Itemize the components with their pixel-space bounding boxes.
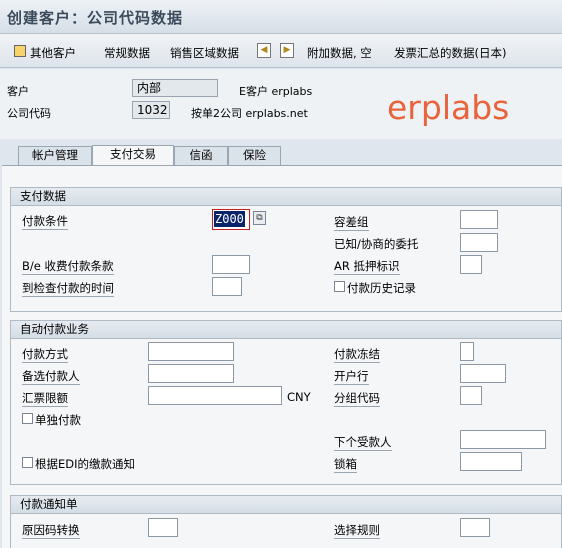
selection-rule-input[interactable]	[460, 518, 490, 537]
be-charges-terms-label: B/e 收费付款条款	[22, 259, 114, 275]
ar-pledging-label: AR 抵押标识	[334, 259, 400, 275]
tab-account-management[interactable]: 帐户管理	[18, 146, 92, 165]
erplabs-watermark: erplabs	[387, 88, 510, 127]
invoice-summary-button[interactable]: 发票汇总的数据(日本)	[394, 45, 506, 61]
previous-screen-icon[interactable]: ◀	[257, 43, 271, 58]
general-data-button[interactable]: 常规数据	[104, 45, 150, 61]
lockbox-label: 锁箱	[334, 457, 357, 473]
known-negotiated-leave-label: 已知/协商的委托	[334, 237, 419, 251]
payment-methods-label: 付款方式	[22, 347, 68, 363]
company-code-field: 1032	[132, 101, 170, 119]
payment-methods-input[interactable]	[148, 342, 234, 361]
reason-code-conversion-label: 原因码转换	[22, 523, 80, 539]
next-payee-input[interactable]	[460, 430, 546, 449]
customer-field: 内部	[132, 79, 218, 97]
tab-payment-transactions[interactable]: 支付交易	[92, 145, 174, 165]
payment-block-input[interactable]	[460, 342, 474, 361]
application-toolbar: 其他客户 常规数据 销售区域数据 ◀ ▶ 附加数据, 空 发票汇总的数据(日本)	[0, 34, 562, 68]
ar-pledging-input[interactable]	[460, 255, 482, 274]
tab-insurance[interactable]: 保险	[228, 146, 281, 165]
payment-block-label: 付款冻结	[334, 347, 380, 363]
house-bank-label: 开户行	[334, 369, 369, 385]
payment-terms-label: 付款条件	[22, 214, 68, 230]
bill-limit-input[interactable]	[148, 386, 282, 405]
title-bar: 创建客户：公司代码数据	[0, 0, 562, 34]
customer-description: E客户 erplabs	[239, 85, 313, 98]
grouping-key-label: 分组代码	[334, 391, 380, 407]
customer-label: 客户	[7, 85, 29, 98]
bill-limit-label: 汇票限额	[22, 391, 68, 407]
house-bank-input[interactable]	[460, 364, 506, 383]
payment-advice-heading: 付款通知单	[11, 496, 561, 514]
value-help-icon[interactable]: ⧉	[253, 211, 266, 225]
grouping-key-input[interactable]	[460, 386, 482, 405]
known-negotiated-leave-input[interactable]	[460, 233, 498, 252]
page-title: 创建客户：公司代码数据	[7, 9, 184, 27]
individual-payment-label: 单独付款	[35, 413, 81, 427]
currency-label: CNY	[287, 390, 311, 404]
sales-area-data-button[interactable]: 销售区域数据	[170, 45, 239, 61]
be-charges-terms-input[interactable]	[212, 255, 250, 274]
alternative-payer-input[interactable]	[148, 364, 234, 383]
tolerance-group-input[interactable]	[460, 210, 498, 229]
reason-code-conversion-input[interactable]	[148, 518, 178, 537]
edi-payment-advice-checkbox[interactable]	[22, 457, 33, 468]
lockbox-input[interactable]	[460, 452, 522, 471]
next-payee-label: 下个受款人	[334, 435, 392, 451]
time-until-check-input[interactable]	[212, 277, 242, 296]
individual-payment-checkbox[interactable]	[22, 413, 33, 424]
payment-history-checkbox[interactable]	[334, 281, 345, 292]
edi-payment-advice-label: 根据EDI的缴款通知	[35, 457, 136, 471]
time-until-check-label: 到检查付款的时间	[22, 281, 114, 297]
payment-history-label: 付款历史记录	[347, 281, 416, 295]
other-customer-icon	[14, 45, 26, 57]
tolerance-group-label: 容差组	[334, 215, 369, 231]
selection-rule-label: 选择规则	[334, 523, 380, 539]
company-code-label: 公司代码	[7, 107, 51, 120]
next-screen-icon[interactable]: ▶	[280, 43, 294, 58]
tab-correspondence[interactable]: 信函	[174, 146, 228, 165]
other-customer-button[interactable]: 其他客户	[30, 45, 76, 61]
additional-data-button[interactable]: 附加数据, 空	[307, 45, 372, 61]
automatic-payment-heading: 自动付款业务	[11, 321, 561, 339]
company-code-description: 按单2公司 erplabs.net	[191, 107, 308, 120]
alternative-payer-label: 备选付款人	[22, 369, 80, 385]
payment-data-heading: 支付数据	[11, 188, 561, 206]
payment-terms-value[interactable]: Z000	[214, 211, 245, 227]
